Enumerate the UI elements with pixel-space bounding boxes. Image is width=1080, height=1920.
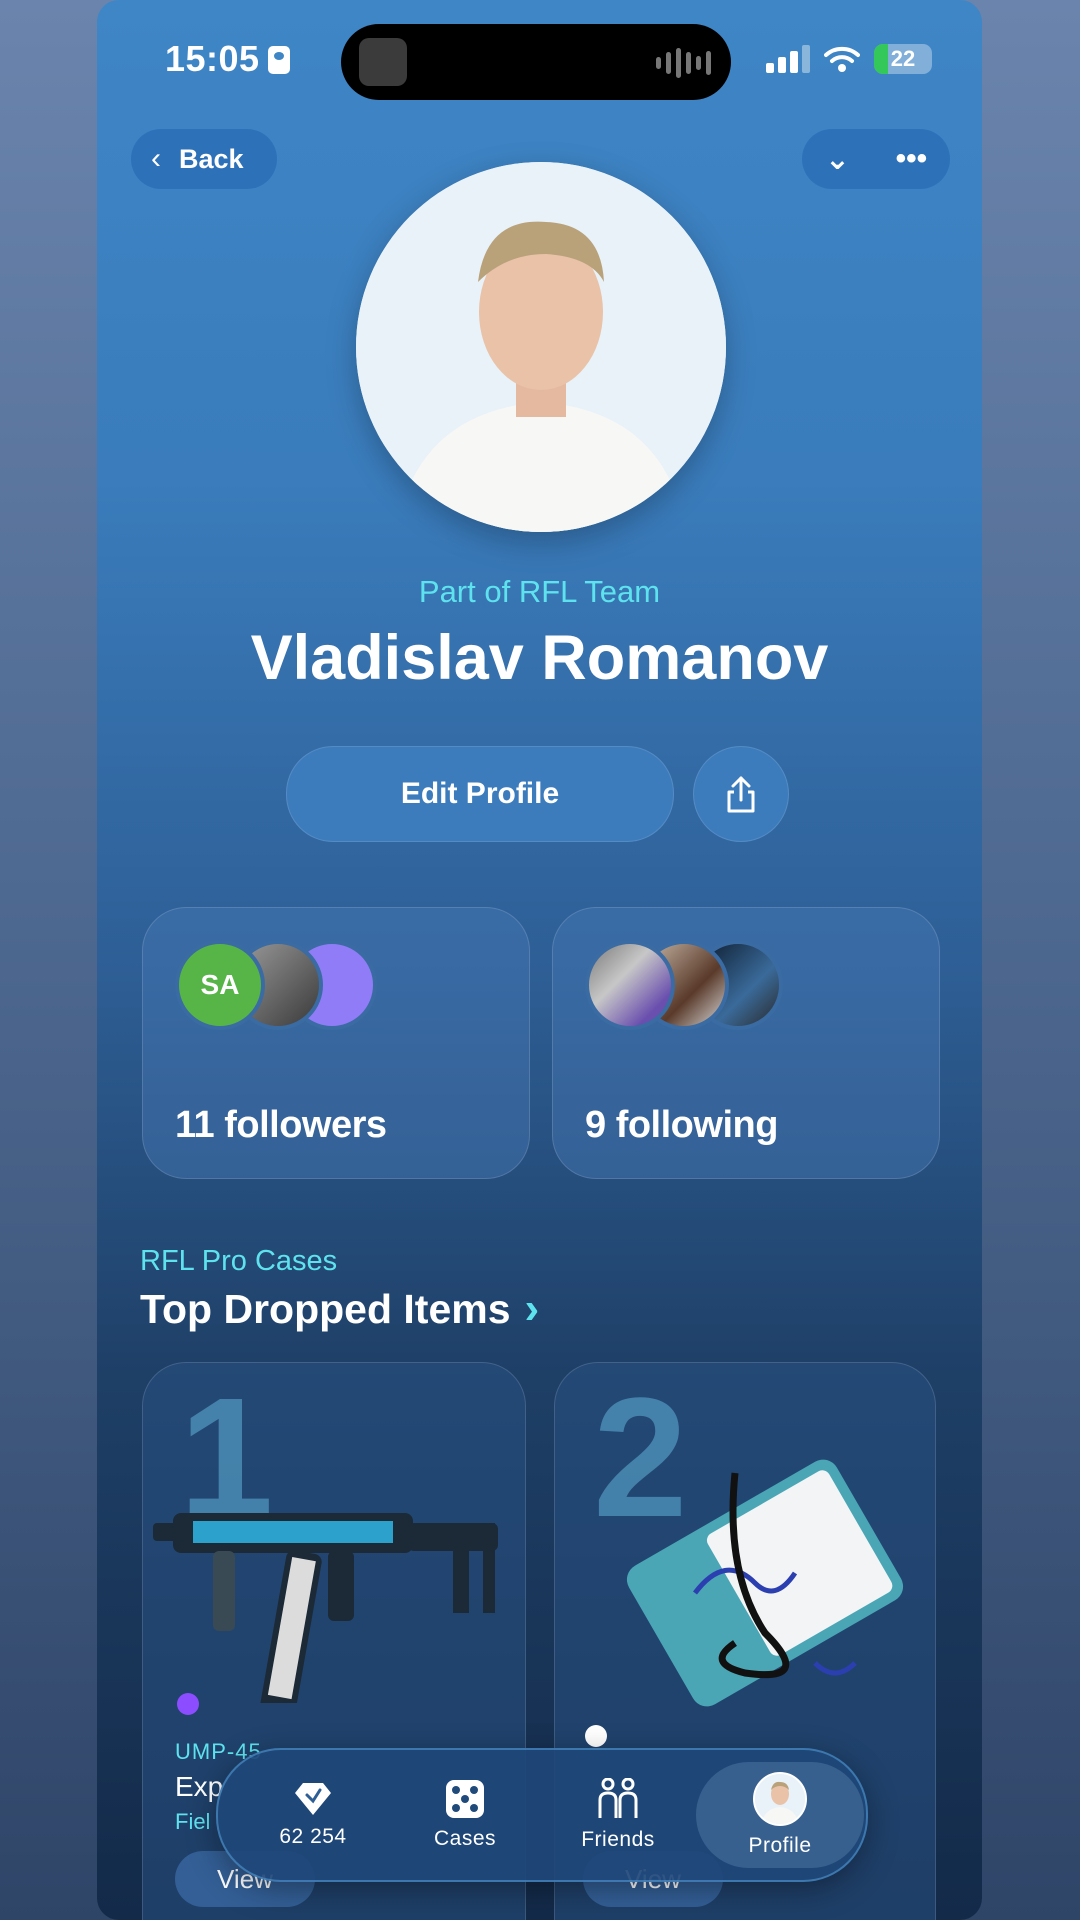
item-name: Exp [175, 1771, 224, 1802]
tab-friends[interactable]: Friends [543, 1762, 693, 1868]
profile-name: Vladislav Romanov [250, 623, 829, 693]
following-card[interactable]: 9 following [552, 907, 940, 1179]
status-indicators: 22 [766, 44, 932, 74]
following-avatars [585, 940, 805, 1030]
chevron-down-icon[interactable]: ⌄ [825, 142, 850, 177]
tab-profile-label: Profile [748, 1834, 812, 1857]
back-label: Back [179, 143, 244, 174]
avatar [753, 1772, 807, 1826]
tab-friends-label: Friends [581, 1828, 655, 1851]
edit-profile-button[interactable]: Edit Profile [286, 746, 674, 842]
avatar: SA [175, 940, 265, 1030]
dynamic-island[interactable] [341, 24, 731, 100]
app-screen: 15:05 22 ‹ Back ⌄ ••• Part of RFL Team V… [97, 0, 982, 1920]
friends-icon [598, 1778, 638, 1818]
section-subtitle: RFL Pro Cases [140, 1245, 338, 1277]
gem-icon [295, 1783, 331, 1815]
tab-profile[interactable]: Profile [696, 1762, 864, 1868]
follower-avatars: SA [175, 940, 395, 1030]
bottom-tab-bar: 62 254 Cases Friends Profile [216, 1748, 868, 1882]
coins-balance: 62 254 [279, 1825, 347, 1848]
wifi-icon [824, 46, 860, 72]
battery-icon: 22 [874, 44, 932, 74]
top-dropped-items-link[interactable]: Top Dropped Items › [140, 1284, 539, 1334]
team-label: Part of RFL Team [418, 574, 661, 609]
smg-weapon-image [153, 1513, 498, 1703]
profile-avatar[interactable] [356, 162, 726, 532]
followers-count: 11 followers [175, 1104, 387, 1146]
profile-photo [356, 162, 726, 532]
status-time: 15:05 [165, 38, 260, 79]
cellular-signal-icon [766, 45, 810, 73]
tab-cases-label: Cases [433, 1827, 497, 1850]
share-icon [727, 776, 755, 813]
battery-level: 22 [890, 46, 916, 71]
tab-coins[interactable]: 62 254 [238, 1762, 388, 1868]
back-button[interactable]: ‹ Back [131, 129, 277, 189]
tab-cases[interactable]: Cases [390, 1762, 540, 1868]
id-badge-icon [268, 46, 290, 74]
followers-card[interactable]: SA 11 followers [142, 907, 530, 1179]
sticker-image [626, 1459, 904, 1707]
avatar [585, 940, 675, 1030]
rarity-dot [177, 1693, 199, 1715]
section-title: Top Dropped Items [140, 1285, 511, 1332]
mini-app-menu[interactable]: ⌄ ••• [802, 129, 950, 189]
share-button[interactable] [693, 746, 789, 842]
chevron-right-icon: › [524, 1284, 540, 1333]
dice-icon [446, 1780, 484, 1818]
following-count: 9 following [585, 1104, 778, 1146]
more-options-icon[interactable]: ••• [896, 142, 928, 176]
item-wear: Fiel [175, 1809, 211, 1834]
audio-wave-icon [656, 48, 711, 78]
now-playing-artwork [359, 38, 407, 86]
status-bar: 15:05 22 [97, 0, 982, 110]
chevron-left-icon: ‹ [151, 142, 161, 175]
rarity-dot [585, 1725, 607, 1747]
